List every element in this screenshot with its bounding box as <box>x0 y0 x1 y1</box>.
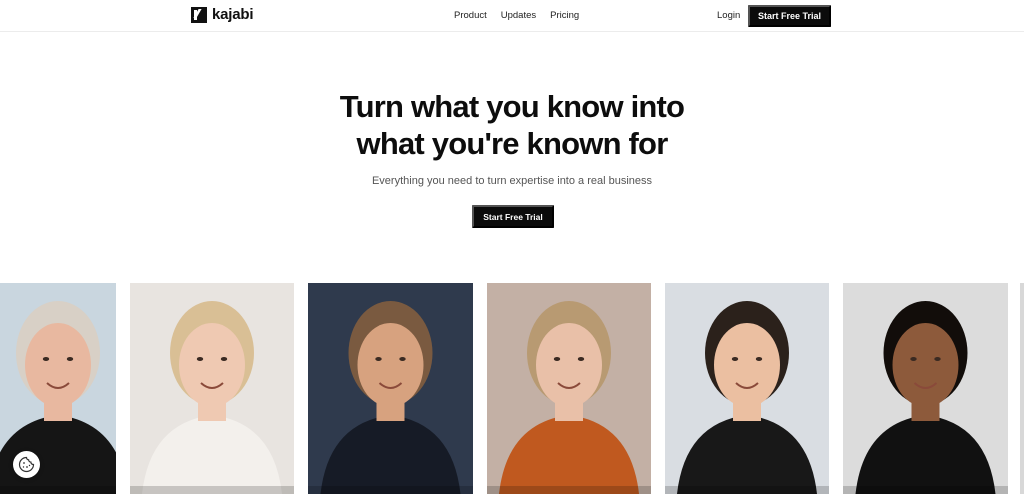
creator-portrait-7-partial <box>1020 283 1024 494</box>
site-header: kajabi Product Updates Pricing Login Sta… <box>0 0 1024 32</box>
portrait-eye-left <box>375 357 382 361</box>
login-link[interactable]: Login <box>717 10 740 21</box>
nav-product-link[interactable]: Product <box>454 10 487 21</box>
hero-start-free-trial-button[interactable]: Start Free Trial <box>472 205 554 228</box>
portrait-eye-left <box>731 357 739 361</box>
cookie-settings-button[interactable] <box>13 451 40 478</box>
creator-portrait-4 <box>487 283 651 494</box>
hero-heading: Turn what you know into what you're know… <box>0 88 1024 162</box>
creator-portrait-3 <box>308 283 473 494</box>
hero-heading-line-2: what you're known for <box>356 126 669 161</box>
portrait-eye-right <box>399 357 406 361</box>
portrait-eye-left <box>553 357 561 361</box>
kajabi-logo[interactable]: kajabi <box>191 6 254 23</box>
portrait-eye-right <box>220 357 228 361</box>
portrait-face <box>714 323 780 407</box>
creator-portrait-5 <box>665 283 829 494</box>
portrait-bottom-strip <box>843 486 1008 494</box>
main-nav: Product Updates Pricing <box>454 10 579 21</box>
creator-portrait-2 <box>130 283 294 494</box>
portrait-eye-left <box>910 357 917 361</box>
hero-subtitle: Everything you need to turn expertise in… <box>371 175 653 187</box>
hero-heading-line-1: Turn what you know into <box>339 89 685 124</box>
portrait-eye-right <box>755 357 763 361</box>
portrait-face <box>357 323 424 407</box>
nav-pricing-link[interactable]: Pricing <box>550 10 579 21</box>
portrait-eye-right <box>66 357 74 361</box>
portrait-eye-right <box>577 357 585 361</box>
portrait-eye-right <box>934 357 941 361</box>
portrait-bottom-strip <box>487 486 651 494</box>
portrait-face <box>25 323 91 407</box>
brand-name: kajabi <box>212 6 254 23</box>
creator-portrait-strip <box>0 283 1024 494</box>
portrait-face <box>179 323 245 407</box>
portrait-eye-left <box>196 357 204 361</box>
portrait-face <box>892 323 959 407</box>
header-start-free-trial-button[interactable]: Start Free Trial <box>748 5 831 27</box>
creator-portrait-6 <box>843 283 1008 494</box>
portrait-face <box>536 323 602 407</box>
portrait-bottom-strip <box>665 486 829 494</box>
portrait-bottom-strip <box>130 486 294 494</box>
nav-updates-link[interactable]: Updates <box>501 10 536 21</box>
kajabi-logo-icon <box>191 6 207 23</box>
portrait-bottom-strip <box>308 486 473 494</box>
portrait-bottom-strip <box>0 486 116 494</box>
portrait-eye-left <box>42 357 50 361</box>
cookie-icon <box>18 456 35 473</box>
